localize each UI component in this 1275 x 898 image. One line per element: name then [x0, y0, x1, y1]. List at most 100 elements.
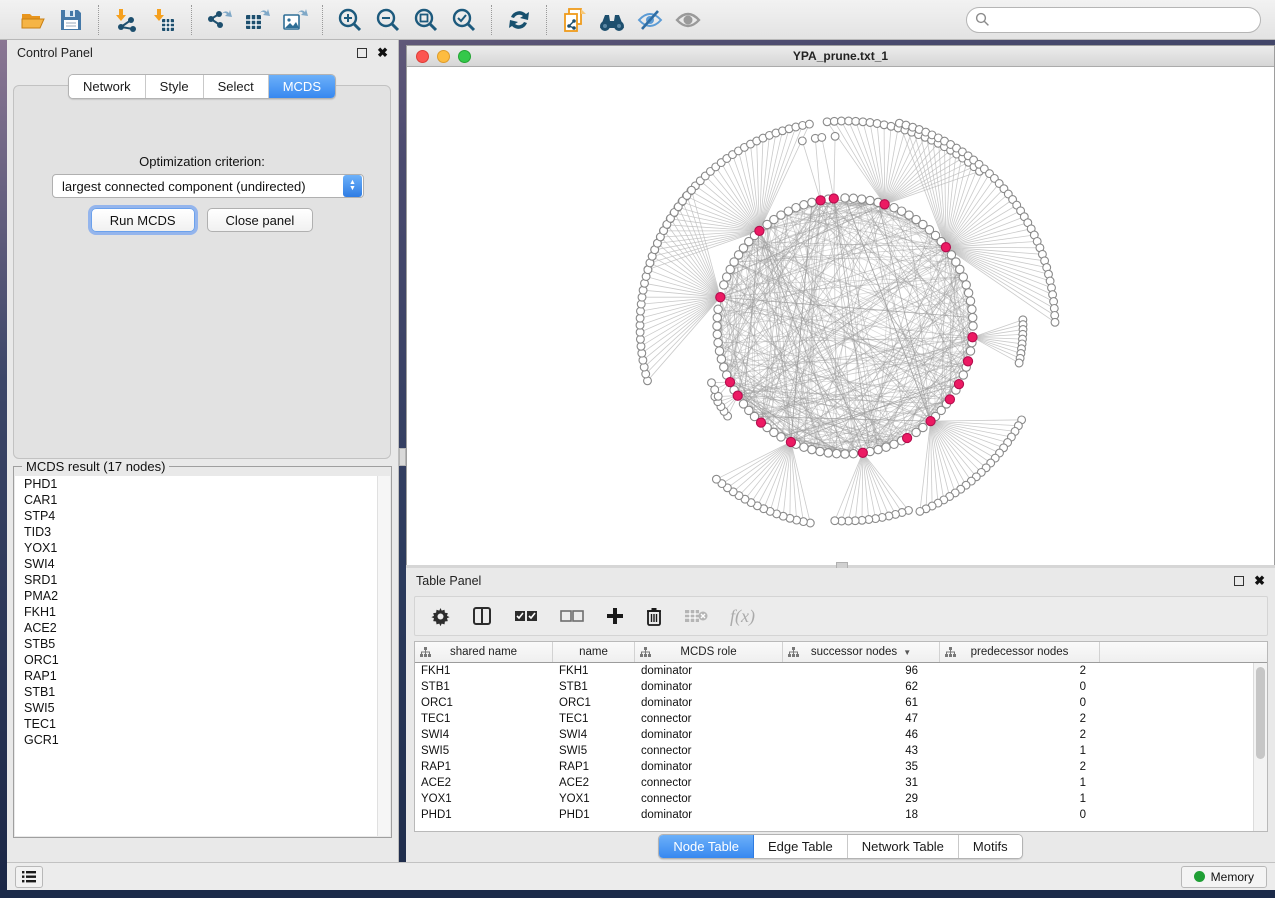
show-columns-button[interactable]	[472, 606, 492, 626]
table-row[interactable]: TEC1TEC1connector472	[415, 711, 1253, 727]
function-builder-button[interactable]: f(x)	[730, 606, 755, 627]
graph-mcds-node[interactable]	[756, 418, 765, 427]
graph-node[interactable]	[959, 273, 967, 281]
select-all-button[interactable]	[514, 609, 538, 623]
memory-button[interactable]: Memory	[1181, 866, 1267, 888]
clone-network-button[interactable]	[557, 4, 591, 36]
result-node-item[interactable]: PMA2	[15, 588, 390, 604]
table-settings-button[interactable]	[431, 607, 450, 626]
table-scrollbar-thumb[interactable]	[1256, 667, 1265, 759]
graph-node[interactable]	[792, 204, 800, 212]
graph-node[interactable]	[841, 450, 849, 458]
graph-node[interactable]	[715, 347, 723, 355]
graph-node[interactable]	[858, 195, 866, 203]
column-header-shared-name[interactable]: shared name	[415, 642, 553, 662]
graph-leaf-node[interactable]	[1051, 318, 1059, 326]
result-node-item[interactable]: PHD1	[15, 476, 390, 492]
table-scrollbar[interactable]	[1253, 663, 1267, 831]
graph-node[interactable]	[739, 400, 747, 408]
result-node-item[interactable]: SRD1	[15, 572, 390, 588]
graph-mcds-node[interactable]	[926, 417, 935, 426]
tab-network[interactable]: Network	[69, 75, 146, 98]
graph-node[interactable]	[800, 443, 808, 451]
graph-node[interactable]	[874, 445, 882, 453]
graph-node[interactable]	[968, 305, 976, 313]
graph-node[interactable]	[800, 201, 808, 209]
zoom-in-button[interactable]	[333, 4, 367, 36]
graph-node[interactable]	[882, 443, 890, 451]
graph-leaf-node[interactable]	[873, 120, 881, 128]
export-network-button[interactable]	[202, 4, 236, 36]
graph-mcds-node[interactable]	[725, 378, 734, 387]
graph-node[interactable]	[866, 196, 874, 204]
graph-mcds-node[interactable]	[733, 391, 742, 400]
table-row[interactable]: SWI5SWI5connector431	[415, 743, 1253, 759]
graph-mcds-node[interactable]	[954, 380, 963, 389]
result-node-item[interactable]: ORC1	[15, 652, 390, 668]
graph-node[interactable]	[964, 289, 972, 297]
tab-network-table[interactable]: Network Table	[848, 835, 959, 858]
graph-mcds-node[interactable]	[941, 243, 950, 252]
graph-node[interactable]	[714, 305, 722, 313]
float-panel-icon[interactable]	[357, 48, 367, 58]
delete-column-button[interactable]	[646, 607, 662, 626]
search-network-button[interactable]	[595, 4, 629, 36]
graph-mcds-node[interactable]	[858, 448, 867, 457]
graph-node[interactable]	[969, 313, 977, 321]
import-network-button[interactable]	[109, 4, 143, 36]
table-row[interactable]: RAP1RAP1dominator352	[415, 759, 1253, 775]
graph-leaf-node[interactable]	[852, 117, 860, 125]
graph-mcds-node[interactable]	[816, 196, 825, 205]
close-panel-button[interactable]: Close panel	[207, 208, 314, 232]
graph-node[interactable]	[808, 445, 816, 453]
column-header-MCDS-role[interactable]: MCDS role	[635, 642, 783, 662]
column-header-name[interactable]: name	[553, 642, 635, 662]
deselect-all-button[interactable]	[560, 609, 584, 623]
graph-node[interactable]	[966, 347, 974, 355]
graph-mcds-node[interactable]	[716, 293, 725, 302]
export-image-button[interactable]	[278, 4, 312, 36]
graph-node[interactable]	[713, 313, 721, 321]
show-all-button[interactable]	[671, 4, 705, 36]
tab-edge-table[interactable]: Edge Table	[754, 835, 848, 858]
graph-node[interactable]	[713, 322, 721, 330]
graph-mcds-node[interactable]	[786, 437, 795, 446]
graph-leaf-node[interactable]	[831, 517, 839, 525]
graph-leaf-node[interactable]	[916, 508, 924, 516]
graph-node[interactable]	[717, 355, 725, 363]
task-history-button[interactable]	[15, 866, 43, 888]
graph-leaf-node[interactable]	[708, 379, 716, 387]
save-session-button[interactable]	[54, 4, 88, 36]
result-list-scrollbar[interactable]	[377, 476, 390, 836]
graph-mcds-node[interactable]	[945, 395, 954, 404]
result-node-item[interactable]: STB1	[15, 684, 390, 700]
column-header-predecessor-nodes[interactable]: predecessor nodes	[940, 642, 1100, 662]
result-node-item[interactable]: SWI4	[15, 556, 390, 572]
graph-mcds-node[interactable]	[963, 357, 972, 366]
table-row[interactable]: ACE2ACE2connector311	[415, 775, 1253, 791]
graph-leaf-node[interactable]	[818, 134, 826, 142]
graph-mcds-node[interactable]	[968, 333, 977, 342]
graph-node[interactable]	[912, 428, 920, 436]
graph-node[interactable]	[849, 194, 857, 202]
result-node-item[interactable]: YOX1	[15, 540, 390, 556]
search-input[interactable]	[966, 7, 1261, 33]
graph-node[interactable]	[720, 281, 728, 289]
table-row[interactable]: STB1STB1dominator620	[415, 679, 1253, 695]
graph-mcds-node[interactable]	[903, 433, 912, 442]
graph-node[interactable]	[959, 371, 967, 379]
graph-leaf-node[interactable]	[831, 132, 839, 140]
import-table-button[interactable]	[147, 4, 181, 36]
graph-node[interactable]	[849, 450, 857, 458]
graph-node[interactable]	[808, 198, 816, 206]
result-node-item[interactable]: GCR1	[15, 732, 390, 748]
result-node-item[interactable]: FKH1	[15, 604, 390, 620]
table-row[interactable]: FKH1FKH1dominator962	[415, 663, 1253, 679]
column-header-successor-nodes[interactable]: successor nodes▼	[783, 642, 940, 662]
table-row[interactable]: ORC1ORC1dominator610	[415, 695, 1253, 711]
tab-style[interactable]: Style	[146, 75, 204, 98]
criterion-select[interactable]: largest connected component (undirected)…	[52, 174, 364, 198]
graph-leaf-node[interactable]	[1015, 359, 1023, 367]
graph-node[interactable]	[714, 339, 722, 347]
graph-mcds-node[interactable]	[755, 226, 764, 235]
